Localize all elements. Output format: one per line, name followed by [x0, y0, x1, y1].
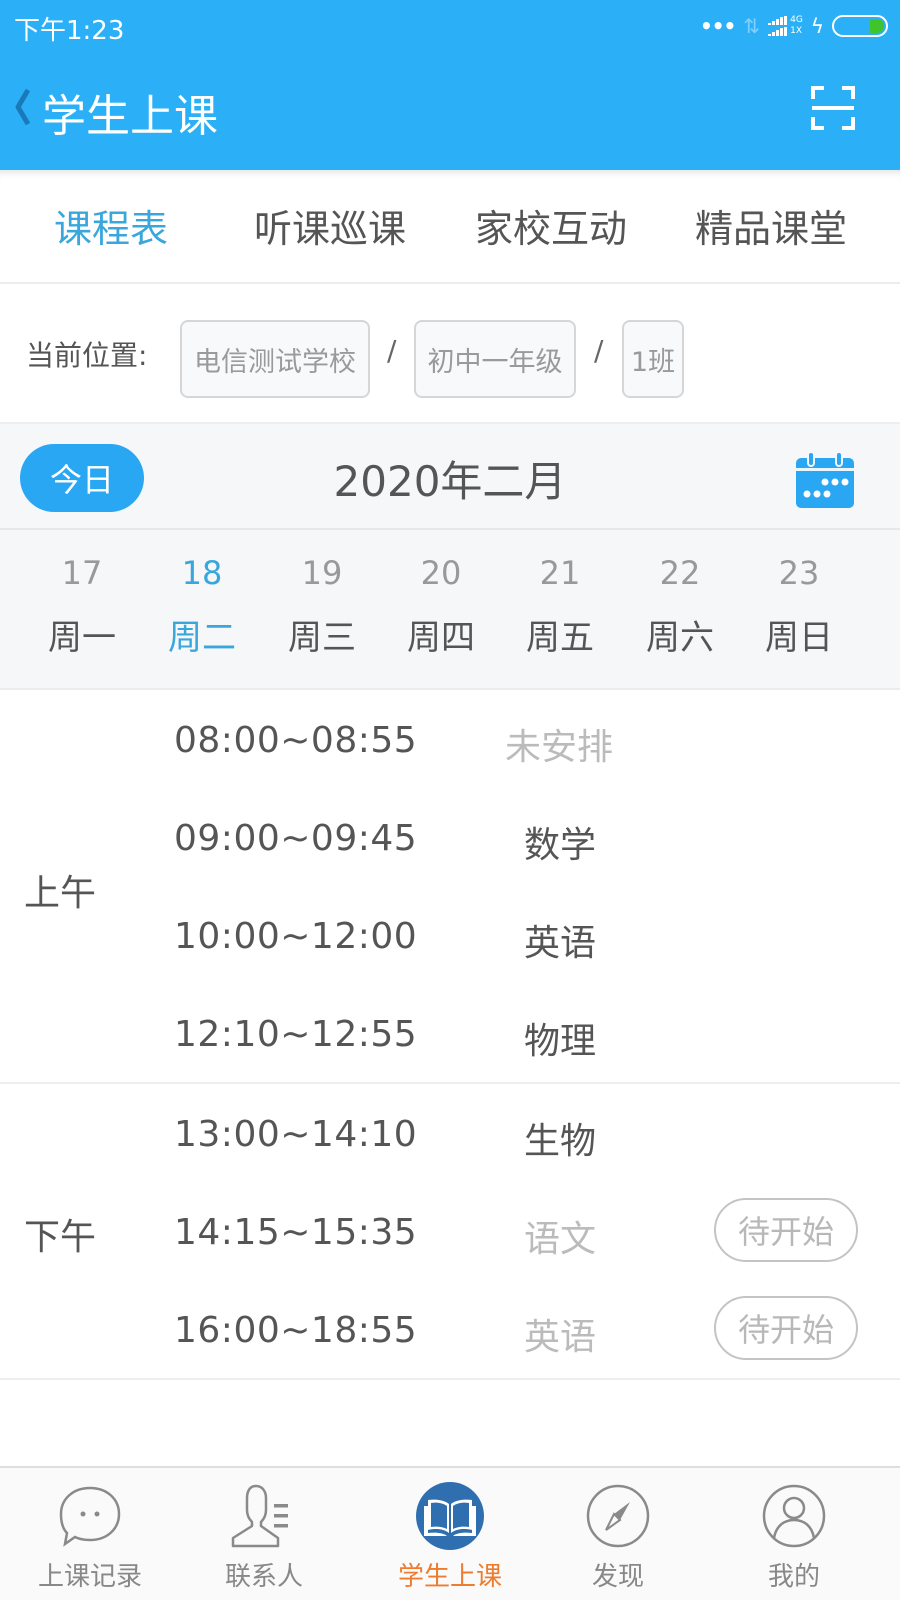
network-type-bottom: 1X — [790, 26, 802, 36]
class-time: 09:00~09:45 — [174, 818, 418, 859]
schedule-row[interactable]: 10:00~12:00 英语 — [0, 908, 900, 968]
status-bar: 下午1:23 ••• ⇅ 4G 1X ϟ — [0, 0, 900, 52]
status-time: 下午1:23 — [14, 16, 125, 46]
week-strip: 17 周一 18 周二 19 周三 20 周四 21 周五 22 周六 23 周… — [0, 530, 900, 690]
day-name: 周六 — [646, 618, 714, 658]
class-time: 12:10~12:55 — [174, 1014, 418, 1055]
day-cell[interactable]: 17 周一 — [22, 530, 142, 659]
bottom-navigation: 上课记录 联系人 学生上课 发现 我的 — [0, 1466, 900, 1600]
nav-label: 学生上课 — [397, 1562, 502, 1592]
title-bar: 学生上课 — [0, 70, 900, 150]
class-selector[interactable]: 1班 — [622, 320, 684, 398]
nav-label: 发现 — [591, 1562, 644, 1592]
compass-icon — [586, 1484, 650, 1548]
day-number: 22 — [659, 554, 701, 592]
day-cell[interactable]: 19 周三 — [262, 530, 382, 659]
chevron-left-icon[interactable] — [10, 82, 34, 132]
tab-class-observation[interactable]: 听课巡课 — [254, 198, 406, 253]
data-transfer-icon: ⇅ — [743, 14, 761, 38]
day-name: 周三 — [288, 618, 356, 658]
schedule-row[interactable]: 16:00~18:55 英语 待开始 — [0, 1296, 900, 1362]
class-subject: 英语 — [523, 1317, 596, 1358]
open-book-icon — [416, 1482, 484, 1550]
tab-bar: 课程表 听课巡课 家校互动 精品课堂 — [0, 170, 900, 284]
day-cell[interactable]: 21 周五 — [500, 530, 620, 659]
nav-student-class[interactable]: 学生上课 — [360, 1468, 540, 1600]
breadcrumb-separator: / — [594, 334, 604, 367]
nav-contacts[interactable]: 联系人 — [174, 1468, 354, 1600]
schedule-row[interactable]: 09:00~09:45 数学 — [0, 810, 900, 870]
day-name: 周二 — [168, 618, 236, 658]
grade-selector[interactable]: 初中一年级 — [414, 320, 576, 398]
calendar-icon[interactable] — [794, 450, 856, 510]
app-bar: 下午1:23 ••• ⇅ 4G 1X ϟ 学生上课 — [0, 0, 900, 170]
month-bar: 2020年二月 今日 — [0, 422, 900, 530]
nav-class-records[interactable]: 上课记录 — [0, 1468, 180, 1600]
day-cell-selected[interactable]: 18 周二 — [142, 530, 262, 659]
network-type-top: 4G — [790, 15, 803, 25]
charging-icon: ϟ — [810, 14, 824, 38]
day-cell[interactable]: 23 周日 — [739, 530, 859, 659]
class-time: 13:00~14:10 — [174, 1114, 418, 1155]
chat-bubble-icon — [59, 1486, 121, 1547]
tab-home-school[interactable]: 家校互动 — [475, 198, 627, 253]
nav-label: 联系人 — [224, 1562, 303, 1592]
day-number: 21 — [539, 554, 581, 592]
status-icons: ••• ⇅ 4G 1X ϟ — [700, 12, 888, 40]
class-time: 08:00~08:55 — [174, 720, 418, 761]
schedule-row[interactable]: 12:10~12:55 物理 — [0, 1006, 900, 1066]
nav-discover[interactable]: 发现 — [528, 1468, 708, 1600]
day-name: 周四 — [407, 618, 475, 658]
tab-schedule[interactable]: 课程表 — [54, 198, 168, 253]
school-selector[interactable]: 电信测试学校 — [180, 320, 370, 398]
class-subject: 物理 — [523, 1021, 596, 1062]
today-button[interactable]: 今日 — [20, 444, 144, 512]
day-cell[interactable]: 22 周六 — [620, 530, 740, 659]
contacts-icon — [231, 1484, 288, 1548]
day-number: 19 — [301, 554, 343, 592]
breadcrumb-separator: / — [387, 334, 397, 367]
schedule-row[interactable]: 14:15~15:35 语文 待开始 — [0, 1198, 900, 1264]
scan-icon[interactable] — [810, 85, 856, 131]
nav-label: 我的 — [767, 1562, 820, 1592]
day-name: 周一 — [48, 618, 116, 658]
schedule-row[interactable]: 13:00~14:10 生物 — [0, 1106, 900, 1166]
afternoon-section: 下午 13:00~14:10 生物 14:15~15:35 语文 待开始 16:… — [0, 1084, 900, 1380]
profile-icon — [762, 1484, 826, 1548]
class-status-badge[interactable]: 待开始 — [714, 1296, 858, 1360]
class-subject: 未安排 — [504, 727, 613, 768]
location-bar: 当前位置: 电信测试学校 / 初中一年级 / 1班 — [0, 286, 900, 422]
page-title: 学生上课 — [42, 91, 218, 142]
battery-icon — [832, 15, 888, 37]
day-number: 20 — [420, 554, 462, 592]
class-subject: 生物 — [523, 1121, 596, 1162]
class-time: 10:00~12:00 — [174, 916, 418, 957]
morning-section: 上午 08:00~08:55 未安排 09:00~09:45 数学 10:00~… — [0, 692, 900, 1084]
nav-label: 上课记录 — [37, 1562, 142, 1592]
location-label: 当前位置: — [26, 339, 148, 372]
class-time: 16:00~18:55 — [174, 1310, 418, 1351]
nav-profile[interactable]: 我的 — [704, 1468, 884, 1600]
day-number: 18 — [181, 554, 223, 592]
day-name: 周五 — [526, 618, 594, 658]
signal-icon: 4G 1X — [768, 16, 803, 36]
tab-featured-class[interactable]: 精品课堂 — [695, 198, 847, 253]
class-subject: 数学 — [523, 825, 596, 866]
schedule-row[interactable]: 08:00~08:55 未安排 — [0, 712, 900, 772]
day-number: 23 — [778, 554, 820, 592]
class-subject: 语文 — [523, 1219, 596, 1260]
day-name: 周日 — [765, 618, 833, 658]
class-time: 14:15~15:35 — [174, 1212, 418, 1253]
class-status-badge[interactable]: 待开始 — [714, 1198, 858, 1262]
class-subject: 英语 — [523, 923, 596, 964]
more-notifications-icon: ••• — [699, 14, 736, 38]
day-number: 17 — [61, 554, 103, 592]
day-cell[interactable]: 20 周四 — [381, 530, 501, 659]
